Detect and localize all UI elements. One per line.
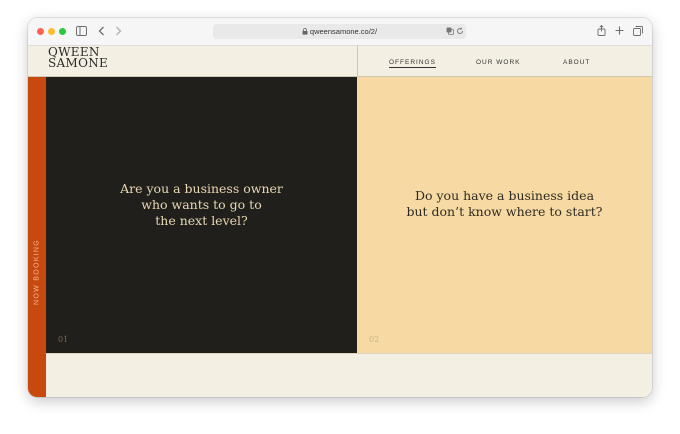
zoom-window-button[interactable] xyxy=(59,28,66,35)
browser-toolbar: qweensamone.co/2/ xyxy=(28,18,652,46)
new-tab-icon[interactable] xyxy=(615,26,624,38)
logo-line-2: SAMONE xyxy=(48,56,109,70)
site-logo[interactable]: QWEEN SAMONE xyxy=(48,46,109,70)
address-bar[interactable]: qweensamone.co/2/ xyxy=(213,24,466,39)
nav-about[interactable]: ABOUT xyxy=(563,59,590,66)
sidebar-toggle-icon[interactable] xyxy=(76,26,87,39)
question-line: Do you have a business idea xyxy=(414,188,595,203)
translate-icon[interactable] xyxy=(446,27,454,38)
url-text: qweensamone.co/2/ xyxy=(213,26,466,37)
panel-number: 01 xyxy=(58,335,69,344)
tab-overview-icon[interactable] xyxy=(633,26,643,39)
now-booking-sidebar[interactable]: NOW BOOKING xyxy=(28,77,46,397)
nav-our-work[interactable]: OUR WORK xyxy=(476,59,520,66)
panel-number: 02 xyxy=(369,335,380,344)
header-divider xyxy=(357,46,358,76)
site-header: QWEEN SAMONE OFFERINGS OUR WORK ABOUT xyxy=(28,46,652,77)
now-booking-label: NOW BOOKING xyxy=(33,238,41,306)
minimize-window-button[interactable] xyxy=(48,28,55,35)
browser-window: qweensamone.co/2/ QWEEN SAMONE OFFERINGS… xyxy=(28,18,652,397)
panel-question: Do you have a business idea but don’t kn… xyxy=(357,188,652,220)
panel-question: Are you a business owner who wants to go… xyxy=(46,181,357,229)
page-footer-area xyxy=(46,353,652,397)
offering-panel-business-owner[interactable]: Are you a business owner who wants to go… xyxy=(46,77,357,353)
back-icon[interactable] xyxy=(98,26,105,39)
question-line: Are you a business owner xyxy=(120,181,283,196)
question-line: but don’t know where to start? xyxy=(406,204,603,219)
web-page: QWEEN SAMONE OFFERINGS OUR WORK ABOUT NO… xyxy=(28,46,652,397)
nav-offerings[interactable]: OFFERINGS xyxy=(389,59,436,68)
forward-icon[interactable] xyxy=(115,26,122,39)
question-line: who wants to go to xyxy=(141,197,262,212)
reload-icon[interactable] xyxy=(456,27,464,38)
share-icon[interactable] xyxy=(597,24,606,39)
close-window-button[interactable] xyxy=(37,28,44,35)
offering-panel-business-idea[interactable]: Do you have a business idea but don’t kn… xyxy=(357,77,652,353)
question-line: the next level? xyxy=(155,213,248,228)
lock-icon xyxy=(302,28,308,35)
